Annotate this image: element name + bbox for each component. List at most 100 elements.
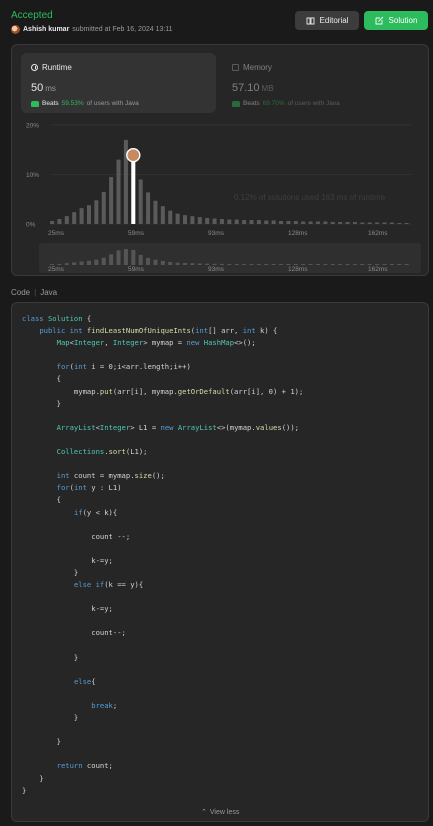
- highlight-bar: [131, 157, 136, 224]
- code-line: {: [22, 374, 61, 384]
- chart-bar: [330, 222, 335, 224]
- code-line: {: [22, 495, 61, 505]
- overview-bar: [197, 263, 202, 265]
- overview-bar: [397, 264, 402, 265]
- code-block[interactable]: class Solution { public int findLeastNum…: [22, 313, 303, 797]
- chart-bar: [153, 200, 158, 224]
- overview-bar: [212, 263, 217, 265]
- chart-bar: [308, 221, 313, 224]
- overview-bar: [315, 264, 321, 265]
- code-line: public int findLeastNumOfUniqueInts(int[…: [39, 326, 278, 336]
- overview-bar: [301, 264, 306, 265]
- view-less-button[interactable]: ⌃ View less: [201, 808, 239, 817]
- chart-bar: [57, 219, 62, 224]
- overview-strip: [39, 243, 421, 273]
- runtime-title: Runtime: [31, 63, 72, 72]
- code-line: break;: [91, 701, 118, 710]
- overview-bar: [86, 260, 92, 265]
- user-avatar-marker: [126, 147, 141, 163]
- author-name[interactable]: Ashish kumar: [23, 26, 69, 33]
- code-language-label: Code | Java: [11, 288, 57, 297]
- chart-bar: [404, 223, 409, 224]
- memory-chip-icon: [232, 64, 239, 71]
- chart-bar: [160, 206, 165, 224]
- code-line: int count = mymap.size();: [56, 471, 165, 481]
- performance-panel: Runtime 50 ms Beats 59.53% of users with …: [11, 44, 429, 276]
- overview-tick-label: 128ms: [288, 266, 308, 273]
- overview-bar: [249, 264, 254, 265]
- overview-bar: [345, 264, 350, 265]
- overview-bar: [153, 259, 158, 265]
- overview-bar: [256, 264, 261, 265]
- memory-title: Memory: [232, 63, 272, 72]
- code-line: k-=y;: [22, 555, 113, 565]
- solution-button[interactable]: Solution: [364, 11, 428, 30]
- overview-bar: [57, 263, 62, 265]
- chart-bar: [101, 191, 106, 224]
- chart-bar: [389, 222, 394, 224]
- runtime-beats-label: Beats: [42, 100, 59, 107]
- edit-icon: [375, 16, 383, 25]
- runtime-card[interactable]: Runtime 50 ms Beats 59.53% of users with …: [21, 53, 216, 113]
- code-line: class Solution {: [22, 314, 92, 323]
- chart-bar: [293, 221, 298, 224]
- chart-tooltip: 0.12% of solutions used 163 ms of runtim…: [234, 193, 386, 202]
- overview-bar: [131, 249, 136, 265]
- chart-bar: [382, 222, 387, 224]
- overview-tick-label: 59ms: [128, 266, 145, 273]
- editorial-button[interactable]: Editorial: [295, 11, 359, 30]
- chart-bar: [301, 221, 306, 224]
- memory-card[interactable]: Memory 57.10 MB Beats 69.70% of users wit…: [222, 53, 417, 113]
- chart-bar: [234, 219, 239, 224]
- x-tick-label: 59ms: [128, 230, 145, 237]
- chart-bar: [271, 220, 276, 224]
- code-line: k-=y;: [22, 604, 113, 614]
- solution-label: Solution: [388, 16, 418, 25]
- code-line: }: [22, 652, 79, 662]
- overview-bar: [242, 264, 247, 265]
- submission-author: Ashish kumar submitted at Feb 16, 2024 1…: [11, 25, 173, 34]
- runtime-beats-suffix: of users with Java: [86, 100, 139, 107]
- chart-bar: [175, 213, 180, 224]
- code-line: mymap.put(arr[i], mymap.getOrDefault(arr…: [22, 386, 304, 396]
- chart-bar: [190, 216, 195, 224]
- chart-bar: [249, 220, 254, 224]
- runtime-beats-pct: 59.53%: [61, 100, 84, 107]
- code-line: }: [22, 713, 79, 723]
- language-label: Java: [40, 288, 58, 297]
- chart-bar: [205, 218, 210, 224]
- code-line: }: [22, 785, 27, 795]
- memory-beats-label: Beats: [243, 100, 260, 107]
- overview-bar: [234, 263, 239, 265]
- y-tick-label: 0%: [26, 222, 36, 229]
- code-line: for(int i = 0;i<arr.length;i++): [56, 362, 191, 372]
- code-line: count--;: [22, 628, 126, 638]
- code-line: Map<Integer, Integer> mymap = new HashMa…: [56, 338, 256, 348]
- overview-tick-label: 162ms: [368, 266, 388, 273]
- x-tick-label: 128ms: [288, 230, 308, 237]
- overview-bar: [293, 264, 298, 265]
- code-line: }: [22, 737, 61, 747]
- overview-bar: [323, 264, 328, 265]
- beats-icon: [232, 100, 240, 107]
- overview-bar: [79, 261, 84, 265]
- submitted-at: submitted at Feb 16, 2024 13:11: [72, 26, 173, 33]
- chart-bar: [219, 219, 224, 224]
- book-icon: [306, 17, 314, 24]
- overview-bar: [360, 264, 365, 265]
- chart-bar: [345, 222, 350, 224]
- code-line: }: [22, 773, 44, 783]
- code-line: for(int y : L1): [56, 483, 122, 493]
- memory-value: 57.10 MB: [232, 82, 274, 94]
- memory-beats-suffix: of users with Java: [287, 100, 340, 107]
- avatar[interactable]: [11, 25, 20, 34]
- overview-bar: [160, 260, 165, 265]
- chart-bar: [360, 222, 365, 224]
- runtime-distribution-chart[interactable]: 20% 10% 0% 0.12% of solutions used 163 ms o…: [12, 119, 430, 279]
